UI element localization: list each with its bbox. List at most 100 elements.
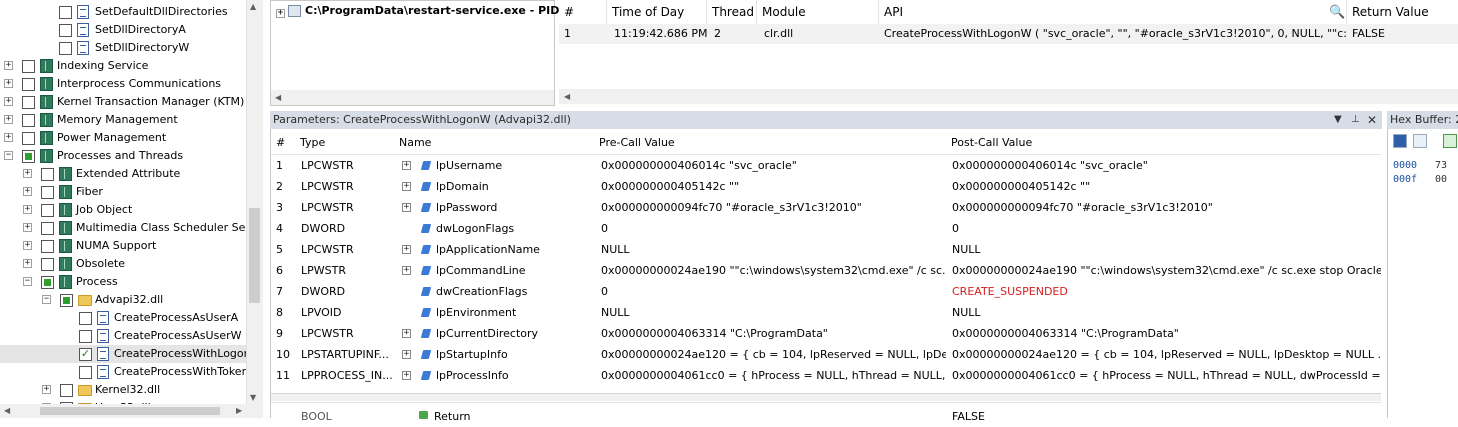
scroll-down-arrow-icon[interactable]: ▼ (250, 393, 256, 402)
expand-icon[interactable]: + (402, 329, 411, 338)
param-column-header-pre-call[interactable]: Pre-Call Value (599, 132, 675, 154)
expand-icon[interactable]: + (276, 9, 285, 18)
scroll-left-arrow-icon[interactable]: ◀ (4, 406, 10, 415)
tree-item[interactable]: CreateProcessWithTokenW (0, 363, 259, 381)
column-header-module[interactable]: Module (757, 0, 879, 24)
tree-item[interactable]: − Processes and Threads (0, 147, 246, 165)
column-header-return-value[interactable]: Return Value (1347, 0, 1458, 24)
tree-item-checkbox[interactable] (41, 276, 54, 289)
parameter-row[interactable]: 9 LPCWSTR lpCurrentDirectory 0x000000000406… (271, 323, 1381, 344)
parameter-row[interactable]: 11 LPPROCESS_IN... lpProcessInfo 0x00000000… (271, 365, 1381, 386)
tree-item[interactable]: + Indexing Service (0, 57, 246, 75)
scroll-right-arrow-icon[interactable]: ▶ (236, 406, 242, 415)
tree-item[interactable]: ✓ CreateProcessWithLogonW (0, 345, 261, 363)
expand-icon[interactable]: + (23, 187, 32, 196)
tree-item-checkbox[interactable] (59, 24, 72, 37)
tree-item[interactable]: + Fiber (0, 183, 246, 201)
expand-icon[interactable]: + (402, 350, 411, 359)
tree-item-checkbox[interactable] (79, 330, 92, 343)
expand-icon[interactable]: + (4, 115, 13, 124)
scroll-left-arrow-icon[interactable]: ◀ (564, 92, 570, 101)
copy-icon[interactable] (1413, 134, 1427, 148)
tree-item[interactable]: + Power Management (0, 129, 246, 147)
expand-icon[interactable]: + (23, 169, 32, 178)
expand-icon[interactable]: + (23, 223, 32, 232)
tree-item[interactable]: SetDllDirectoryA (0, 21, 246, 39)
save-icon[interactable] (1393, 134, 1407, 148)
expand-icon[interactable]: + (4, 133, 13, 142)
tree-item-checkbox[interactable] (22, 96, 35, 109)
tree-item-checkbox[interactable] (22, 60, 35, 73)
tree-item-checkbox[interactable] (22, 78, 35, 91)
scroll-up-arrow-icon[interactable]: ▲ (250, 2, 256, 11)
tree-item[interactable]: + Interprocess Communications (0, 75, 246, 93)
tree-item-checkbox[interactable] (41, 258, 54, 271)
expand-icon[interactable]: + (23, 205, 32, 214)
tree-item-checkbox[interactable] (59, 6, 72, 19)
param-column-header-type[interactable]: Type (300, 132, 325, 154)
expand-icon[interactable]: + (402, 245, 411, 254)
tree-item[interactable]: CreateProcessAsUserA (0, 309, 246, 327)
expand-icon[interactable]: + (4, 79, 13, 88)
api-filter-tree[interactable]: SetDefaultDllDirectories SetDllDirectoryA… (0, 0, 263, 418)
calls-horizontal-scrollbar[interactable] (559, 89, 1458, 104)
column-header-thread[interactable]: Thread (707, 0, 757, 24)
parameter-row[interactable]: 8 LPVOID lpEnvironment NULL NULL (271, 302, 1381, 323)
tree-item-checkbox[interactable] (59, 42, 72, 55)
tree-item-checkbox[interactable] (41, 186, 54, 199)
parameters-horizontal-scrollbar[interactable] (271, 393, 1381, 401)
tree-item[interactable]: CreateProcessAsUserW (0, 327, 246, 345)
tree-item-checkbox[interactable] (22, 114, 35, 127)
tree-item[interactable]: + Extended Attribute (0, 165, 246, 183)
tree-item-checkbox[interactable] (60, 384, 73, 397)
search-icon[interactable]: 🔍 (1329, 5, 1345, 20)
tree-item[interactable]: + NUMA Support (0, 237, 246, 255)
tree-item-checkbox[interactable] (41, 240, 54, 253)
tree-item[interactable]: + Obsolete (0, 255, 246, 273)
collapse-icon[interactable]: − (23, 277, 32, 286)
parameter-row[interactable]: 10 LPSTARTUPINF... lpStartupInfo 0x00000000… (271, 344, 1381, 365)
expand-icon[interactable]: + (402, 371, 411, 380)
tree-item-checkbox[interactable] (79, 312, 92, 325)
tree-item[interactable]: − Advapi32.dll (0, 291, 246, 309)
tree-item[interactable]: + Kernel Transaction Manager (KTM) (0, 93, 246, 111)
tree-item[interactable]: SetDllDirectoryW (0, 39, 246, 57)
tree-item-checkbox[interactable] (60, 294, 73, 307)
parameter-row[interactable]: 2 LPCWSTR lpDomain 0x000000000405142c "" 0x0… (271, 176, 1381, 197)
tree-item-checkbox[interactable] (79, 366, 92, 379)
column-header-time[interactable]: Time of Day (607, 0, 707, 24)
parameter-row[interactable]: 5 LPCWSTR lpApplicationName NULL NULL + (271, 239, 1381, 260)
tree-item-checkbox[interactable] (22, 132, 35, 145)
tree-item[interactable]: SetDefaultDllDirectories (0, 3, 246, 21)
column-header-api[interactable]: API (879, 0, 1347, 24)
tree-item[interactable]: + Memory Management (0, 111, 246, 129)
tree-item[interactable]: + Multimedia Class Scheduler Servi (0, 219, 260, 237)
tree-item-checkbox[interactable] (41, 204, 54, 217)
expand-icon[interactable]: + (402, 161, 411, 170)
return-row[interactable]: BOOL Return FALSE (271, 402, 1381, 423)
tree-item-checkbox[interactable] (22, 150, 35, 163)
close-icon[interactable]: ✕ (1367, 111, 1377, 129)
tree-horizontal-scroll-thumb[interactable] (40, 407, 220, 415)
tree-item-checkbox[interactable] (41, 222, 54, 235)
expand-icon[interactable]: + (23, 241, 32, 250)
expand-icon[interactable]: + (4, 61, 13, 70)
panel-menu-icon[interactable]: ▼ (1334, 111, 1342, 129)
param-column-header-name[interactable]: Name (399, 132, 431, 154)
expand-icon[interactable]: + (4, 97, 13, 106)
tree-item[interactable]: − Process (0, 273, 246, 291)
tree-item[interactable]: + Kernel32.dll (0, 381, 246, 399)
tree-vertical-scroll-thumb[interactable] (249, 208, 260, 303)
parameter-row[interactable]: 1 LPCWSTR lpUsername 0x000000000406014c "sv… (271, 155, 1381, 176)
tree-vertical-scrollbar[interactable] (246, 0, 263, 404)
collapse-icon[interactable]: − (4, 151, 13, 160)
tree-item-checkbox[interactable] (41, 168, 54, 181)
expand-icon[interactable]: + (23, 259, 32, 268)
tree-item[interactable]: + Job Object (0, 201, 246, 219)
collapse-icon[interactable]: − (42, 295, 51, 304)
process-item[interactable]: + C:\ProgramData\restart-service.exe - PI… (276, 2, 598, 20)
parameter-row[interactable]: 7 DWORD dwCreationFlags 0 CREATE_SUSPENDED (271, 281, 1381, 302)
expand-icon[interactable]: + (402, 182, 411, 191)
param-column-header-post-call[interactable]: Post-Call Value (951, 132, 1032, 154)
refresh-icon[interactable] (1443, 134, 1457, 148)
